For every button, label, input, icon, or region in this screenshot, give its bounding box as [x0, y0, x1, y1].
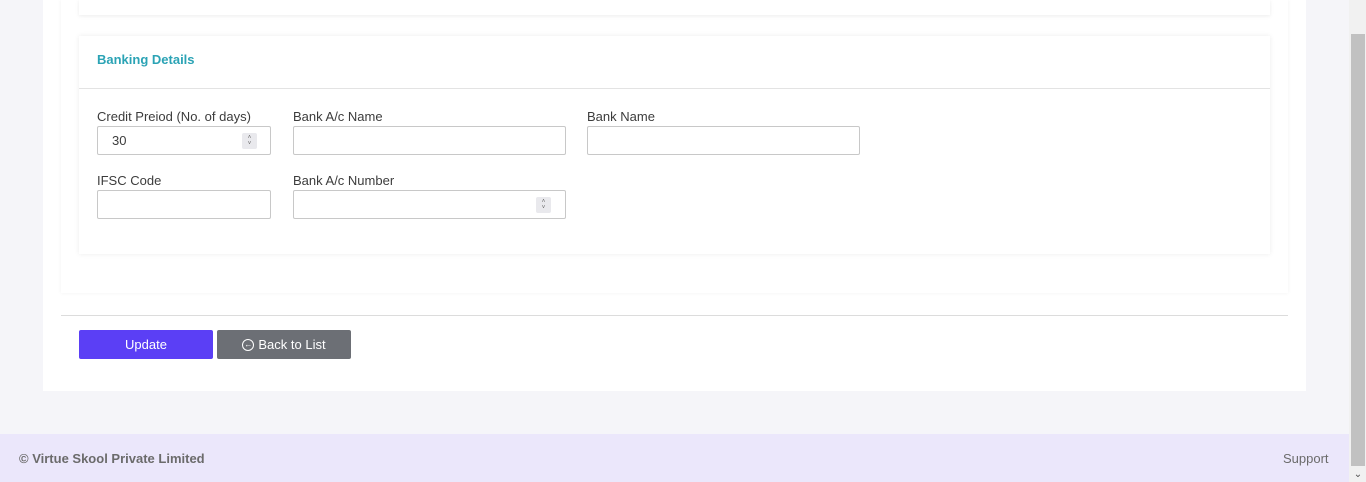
ifsc-code-input[interactable] — [97, 190, 271, 219]
update-button-label: Update — [125, 337, 167, 352]
credit-period-label: Credit Preiod (No. of days) — [97, 109, 251, 124]
back-to-list-button[interactable]: ← Back to List — [217, 330, 351, 359]
back-to-list-label: Back to List — [258, 337, 326, 352]
update-button[interactable]: Update — [79, 330, 213, 359]
bank-ac-number-input[interactable] — [293, 190, 566, 219]
card-divider — [79, 88, 1270, 89]
scroll-down-icon[interactable]: ⌄ — [1351, 466, 1365, 482]
bank-name-input[interactable] — [587, 126, 860, 155]
actions-divider — [61, 315, 1288, 316]
banking-details-title: Banking Details — [97, 52, 195, 67]
credit-period-spinner[interactable]: ˄ ˅ — [242, 133, 257, 149]
scrollbar-thumb[interactable] — [1351, 34, 1365, 466]
support-link[interactable]: Support — [1283, 451, 1329, 466]
bank-ac-name-label: Bank A/c Name — [293, 109, 383, 124]
bank-ac-name-input[interactable] — [293, 126, 566, 155]
bank-ac-number-label: Bank A/c Number — [293, 173, 395, 188]
bank-name-label: Bank Name — [587, 109, 655, 124]
circle-arrow-left-icon: ← — [242, 338, 255, 351]
footer-copyright: © Virtue Skool Private Limited — [19, 451, 205, 466]
previous-section-card — [79, 0, 1270, 15]
bank-ac-number-spinner[interactable]: ˄ ˅ — [536, 197, 551, 213]
ifsc-code-label: IFSC Code — [97, 173, 162, 188]
